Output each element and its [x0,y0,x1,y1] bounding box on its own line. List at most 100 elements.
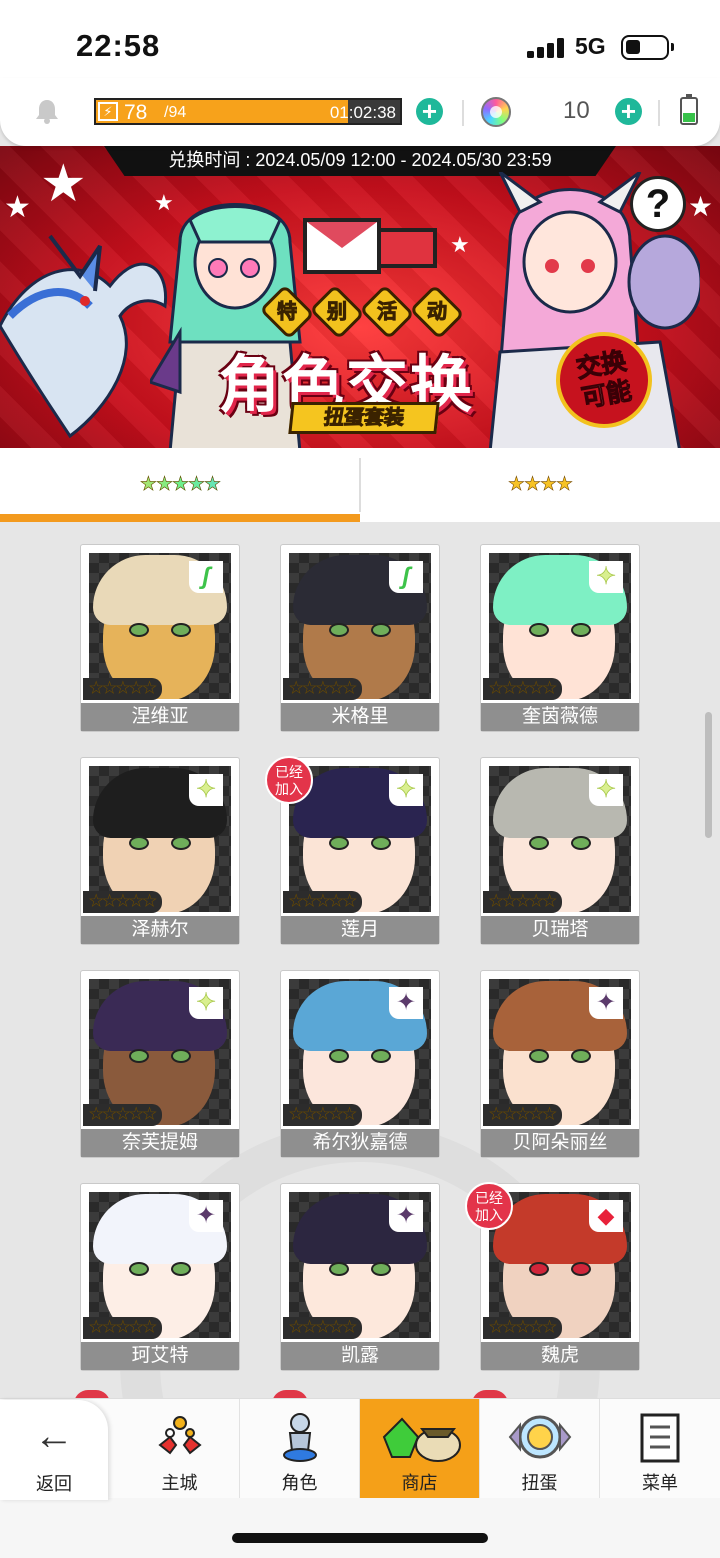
character-eye [529,623,549,637]
add-stamina-button[interactable]: + [416,98,443,125]
envelope-icon [303,218,381,274]
five-star-icon: ★★★★★ [0,473,360,496]
character-eye [329,1262,349,1276]
character-eye [529,836,549,850]
character-card[interactable]: ✦ ★★★★★ 凯露 [280,1183,440,1371]
character-card[interactable]: ✦ ★★★★★ 珂艾特 [80,1183,240,1371]
character-name: 贝阿朵丽丝 [481,1129,639,1157]
divider [462,100,464,126]
rarity-stars: ★★★★★ [483,1104,562,1126]
character-name: 希尔狄嘉德 [281,1129,439,1157]
star-decoration: ★ [40,155,87,213]
add-gem-button[interactable]: + [615,98,642,125]
character-eye [129,836,149,850]
character-card[interactable]: ✦ ★★★★★ 奎茵薇德 [480,544,640,732]
nav-home[interactable]: 主城 [120,1399,240,1499]
character-eye [329,836,349,850]
character-eye [129,1049,149,1063]
rarity-stars: ★★★★★ [483,891,562,913]
character-eye [371,623,391,637]
dark-element-icon: ✦ [389,987,423,1019]
stamina-current: 78 [124,101,148,124]
figure-icon [283,1413,317,1462]
device-battery-icon [680,94,698,125]
rarity-stars: ★★★★★ [283,1317,362,1339]
battery-icon [621,35,674,60]
character-eye [571,623,591,637]
light-element-icon: ✦ [189,987,223,1019]
rarity-stars: ★★★★★ [483,1317,562,1339]
bell-icon[interactable] [34,98,60,124]
character-eye [571,836,591,850]
nav-gacha[interactable]: 扭蛋 [480,1399,600,1499]
event-banner[interactable]: 兑换时间 : 2024.05/09 12:00 - 2024.05/30 23:… [0,146,720,448]
character-card[interactable]: ✦ ★★★★★ 贝阿朵丽丝 [480,970,640,1158]
character-name: 莲月 [281,916,439,944]
character-grid: ʃ ★★★★★ 涅维亚 ʃ ★★★★★ 米格里 ✦ ★★★★★ 奎茵薇德 ✦ ★★★★★ 泽赫尔 ✦ ★★… [0,522,720,1398]
back-button[interactable]: ← 返回 [0,1400,108,1500]
lightning-icon: ⚡ [98,102,118,121]
back-arrow-icon: ← [34,1414,74,1458]
home-indicator[interactable] [232,1533,488,1543]
app-root: 22:58 5G ⚡ 78 /94 01:02:38 + 10 + 兑换时间 :… [0,0,720,1558]
character-eye [129,1262,149,1276]
light-element-icon: ✦ [589,561,623,593]
character-eye [371,1262,391,1276]
character-card[interactable]: ʃ ★★★★★ 米格里 [280,544,440,732]
event-tag: 特 别 活 动 [259,284,465,340]
bottom-nav: 主城 角色 商店 扭蛋 菜单 [0,1398,720,1499]
network-label: 5G [575,33,606,59]
help-button[interactable]: ? [630,176,686,232]
tab-four-star[interactable]: ★★★★ [360,448,720,522]
character-card[interactable]: ◆ ★★★★★ 魏虎 已经 加入 [465,1182,640,1371]
rarity-stars: ★★★★★ [83,1317,162,1339]
character-card[interactable]: ʃ ★★★★★ 涅维亚 [80,544,240,732]
leaf-element-icon: ʃ [389,561,423,593]
rarity-stars: ★★★★★ [283,891,362,913]
nav-menu[interactable]: 菜单 [600,1399,720,1499]
joined-badge: 已经 加入 [265,756,313,804]
menu-icon [640,1413,680,1463]
resource-bar: ⚡ 78 /94 01:02:38 + 10 + [0,78,720,146]
character-name: 魏虎 [481,1342,639,1370]
rarity-stars: ★★★★★ [83,678,162,700]
dark-element-icon: ✦ [189,1200,223,1232]
character-eye [329,623,349,637]
character-eye [171,1049,191,1063]
nav-character[interactable]: 角色 [240,1399,360,1499]
four-star-icon: ★★★★ [507,474,574,496]
character-name: 奈芙提姆 [81,1129,239,1157]
character-card[interactable]: ✦ ★★★★★ 希尔狄嘉德 [280,970,440,1158]
character-eye [571,1049,591,1063]
character-name: 涅维亚 [81,703,239,731]
dark-element-icon: ✦ [389,1200,423,1232]
character-card[interactable]: ✦ ★★★★★ 奈芙提姆 [80,970,240,1158]
rarity-stars: ★★★★★ [83,1104,162,1126]
character-eye [129,623,149,637]
nav-shop[interactable]: 商店 [360,1399,480,1499]
fire-element-icon: ◆ [589,1200,623,1232]
rarity-stars: ★★★★★ [283,678,362,700]
light-element-icon: ✦ [589,774,623,806]
clock: 22:58 [76,28,161,63]
character-card[interactable]: ✦ ★★★★★ 莲月 已经 加入 [265,756,440,945]
character-eye [371,836,391,850]
character-card[interactable]: ✦ ★★★★★ 泽赫尔 [80,757,240,945]
ticket-icon [377,228,437,268]
dark-element-icon: ✦ [589,987,623,1019]
character-card[interactable]: ✦ ★★★★★ 贝瑞塔 [480,757,640,945]
castle-icon [158,1416,202,1455]
stamina-timer: 01:02:38 [329,103,396,122]
gem-icon [481,97,511,127]
rarity-stars: ★★★★★ [483,678,562,700]
character-eye [171,836,191,850]
character-name: 奎茵薇德 [481,703,639,731]
character-name: 凯露 [281,1342,439,1370]
divider [658,100,660,126]
character-name: 珂艾特 [81,1342,239,1370]
scrollbar[interactable] [705,712,712,838]
tab-five-star[interactable]: ★★★★★ [0,448,360,522]
rarity-stars: ★★★★★ [83,891,162,913]
light-element-icon: ✦ [389,774,423,806]
signal-icon [527,38,565,58]
